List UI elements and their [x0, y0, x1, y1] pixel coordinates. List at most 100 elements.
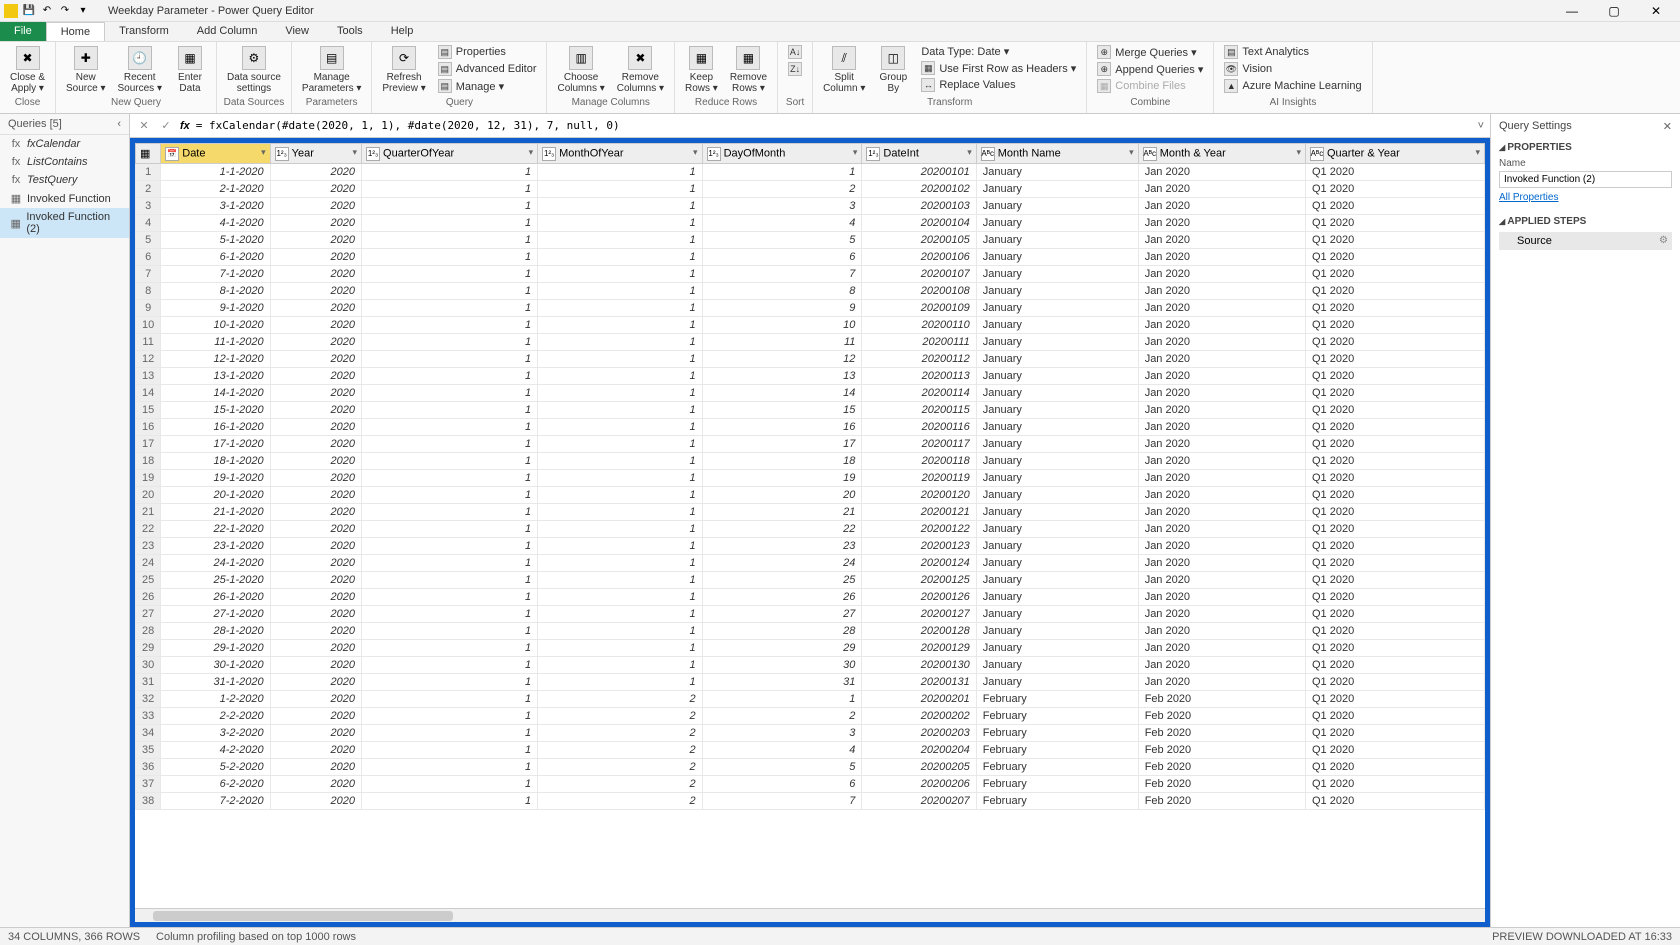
- cell[interactable]: January: [976, 368, 1138, 385]
- cell[interactable]: January: [976, 538, 1138, 555]
- cell[interactable]: January: [976, 283, 1138, 300]
- cell[interactable]: Q1 2020: [1305, 385, 1484, 402]
- cell[interactable]: 20200118: [862, 453, 976, 470]
- cell[interactable]: Q1 2020: [1305, 300, 1484, 317]
- redo-icon[interactable]: ↷: [58, 4, 72, 18]
- table-row[interactable]: 44-1-2020202011420200104JanuaryJan 2020Q…: [136, 215, 1485, 232]
- new-source-button[interactable]: ✚New Source ▾: [62, 44, 109, 96]
- minimize-button[interactable]: —: [1562, 4, 1582, 18]
- cell[interactable]: 1: [362, 742, 538, 759]
- cell[interactable]: 15: [702, 402, 862, 419]
- cell[interactable]: 20200107: [862, 266, 976, 283]
- first-row-headers-button[interactable]: ▦Use First Row as Headers ▾: [917, 60, 1080, 76]
- tab-view[interactable]: View: [271, 22, 323, 41]
- cell[interactable]: 2020: [270, 283, 361, 300]
- cell[interactable]: 2020: [270, 215, 361, 232]
- all-properties-link[interactable]: All Properties: [1499, 192, 1558, 203]
- query-item[interactable]: ▦Invoked Function: [0, 189, 129, 208]
- cell[interactable]: 20200109: [862, 300, 976, 317]
- table-row[interactable]: 387-2-2020202012720200207FebruaryFeb 202…: [136, 793, 1485, 810]
- cell[interactable]: Q1 2020: [1305, 555, 1484, 572]
- close-window-button[interactable]: ✕: [1646, 4, 1666, 18]
- undo-icon[interactable]: ↶: [40, 4, 54, 18]
- cell[interactable]: 1: [362, 334, 538, 351]
- cell[interactable]: Jan 2020: [1138, 402, 1305, 419]
- cell[interactable]: 1: [538, 368, 702, 385]
- cell[interactable]: 4-1-2020: [161, 215, 270, 232]
- table-row[interactable]: 77-1-2020202011720200107JanuaryJan 2020Q…: [136, 266, 1485, 283]
- cell[interactable]: 3: [702, 198, 862, 215]
- close-settings-icon[interactable]: ✕: [1663, 120, 1672, 133]
- cell[interactable]: 1: [362, 300, 538, 317]
- cell[interactable]: 1: [538, 266, 702, 283]
- cell[interactable]: 2020: [270, 606, 361, 623]
- cell[interactable]: Feb 2020: [1138, 691, 1305, 708]
- cell[interactable]: 1: [362, 436, 538, 453]
- cell[interactable]: 20200110: [862, 317, 976, 334]
- cell[interactable]: Feb 2020: [1138, 793, 1305, 810]
- table-row[interactable]: 55-1-2020202011520200105JanuaryJan 2020Q…: [136, 232, 1485, 249]
- cell[interactable]: 2020: [270, 572, 361, 589]
- maximize-button[interactable]: ▢: [1604, 4, 1624, 18]
- cell[interactable]: 25-1-2020: [161, 572, 270, 589]
- cell[interactable]: 7-1-2020: [161, 266, 270, 283]
- recent-sources-button[interactable]: 🕘Recent Sources ▾: [114, 44, 166, 96]
- cell[interactable]: 11-1-2020: [161, 334, 270, 351]
- cell[interactable]: Jan 2020: [1138, 215, 1305, 232]
- tab-home[interactable]: Home: [46, 22, 105, 41]
- cell[interactable]: 2-2-2020: [161, 708, 270, 725]
- cell[interactable]: 6: [702, 776, 862, 793]
- cell[interactable]: January: [976, 266, 1138, 283]
- cell[interactable]: Jan 2020: [1138, 351, 1305, 368]
- table-row[interactable]: 365-2-2020202012520200205FebruaryFeb 202…: [136, 759, 1485, 776]
- scrollbar-thumb[interactable]: [153, 911, 453, 921]
- cell[interactable]: 2020: [270, 487, 361, 504]
- cell[interactable]: 1: [702, 691, 862, 708]
- cell[interactable]: Jan 2020: [1138, 470, 1305, 487]
- cell[interactable]: Q1 2020: [1305, 538, 1484, 555]
- cell[interactable]: Jan 2020: [1138, 623, 1305, 640]
- cell[interactable]: January: [976, 232, 1138, 249]
- cell[interactable]: Jan 2020: [1138, 334, 1305, 351]
- choose-columns-button[interactable]: ▥Choose Columns ▾: [553, 44, 608, 96]
- cell[interactable]: Q1 2020: [1305, 521, 1484, 538]
- cell[interactable]: Q1 2020: [1305, 453, 1484, 470]
- advanced-editor-button[interactable]: ▤Advanced Editor: [434, 61, 541, 77]
- cell[interactable]: Q1 2020: [1305, 606, 1484, 623]
- remove-rows-button[interactable]: ▦Remove Rows ▾: [726, 44, 771, 96]
- cell[interactable]: 2020: [270, 708, 361, 725]
- cell[interactable]: Jan 2020: [1138, 606, 1305, 623]
- cell[interactable]: 2020: [270, 385, 361, 402]
- cell[interactable]: 20200115: [862, 402, 976, 419]
- cell[interactable]: 1: [538, 521, 702, 538]
- group-by-button[interactable]: ◫Group By: [873, 44, 913, 96]
- cell[interactable]: 2020: [270, 538, 361, 555]
- cell[interactable]: 2: [538, 759, 702, 776]
- cell[interactable]: 20200201: [862, 691, 976, 708]
- table-row[interactable]: 354-2-2020202012420200204FebruaryFeb 202…: [136, 742, 1485, 759]
- cell[interactable]: 1: [362, 521, 538, 538]
- cell[interactable]: 1: [538, 453, 702, 470]
- cell[interactable]: 2020: [270, 640, 361, 657]
- cell[interactable]: February: [976, 776, 1138, 793]
- cell[interactable]: 30: [702, 657, 862, 674]
- cell[interactable]: 1: [538, 283, 702, 300]
- cell[interactable]: 9-1-2020: [161, 300, 270, 317]
- cell[interactable]: 20200207: [862, 793, 976, 810]
- cell[interactable]: Feb 2020: [1138, 708, 1305, 725]
- cell[interactable]: 1: [538, 419, 702, 436]
- table-row[interactable]: 3030-1-20202020113020200130JanuaryJan 20…: [136, 657, 1485, 674]
- manage-parameters-button[interactable]: ▤Manage Parameters ▾: [298, 44, 365, 96]
- cell[interactable]: Q1 2020: [1305, 776, 1484, 793]
- cell[interactable]: 20200104: [862, 215, 976, 232]
- cell[interactable]: Jan 2020: [1138, 555, 1305, 572]
- cell[interactable]: 1: [538, 674, 702, 691]
- cell[interactable]: 1: [362, 487, 538, 504]
- cell[interactable]: 22-1-2020: [161, 521, 270, 538]
- cell[interactable]: 7-2-2020: [161, 793, 270, 810]
- cell[interactable]: 1-1-2020: [161, 164, 270, 181]
- cell[interactable]: Jan 2020: [1138, 198, 1305, 215]
- table-row[interactable]: 2929-1-20202020112920200129JanuaryJan 20…: [136, 640, 1485, 657]
- cell[interactable]: Jan 2020: [1138, 538, 1305, 555]
- cell[interactable]: 1: [362, 419, 538, 436]
